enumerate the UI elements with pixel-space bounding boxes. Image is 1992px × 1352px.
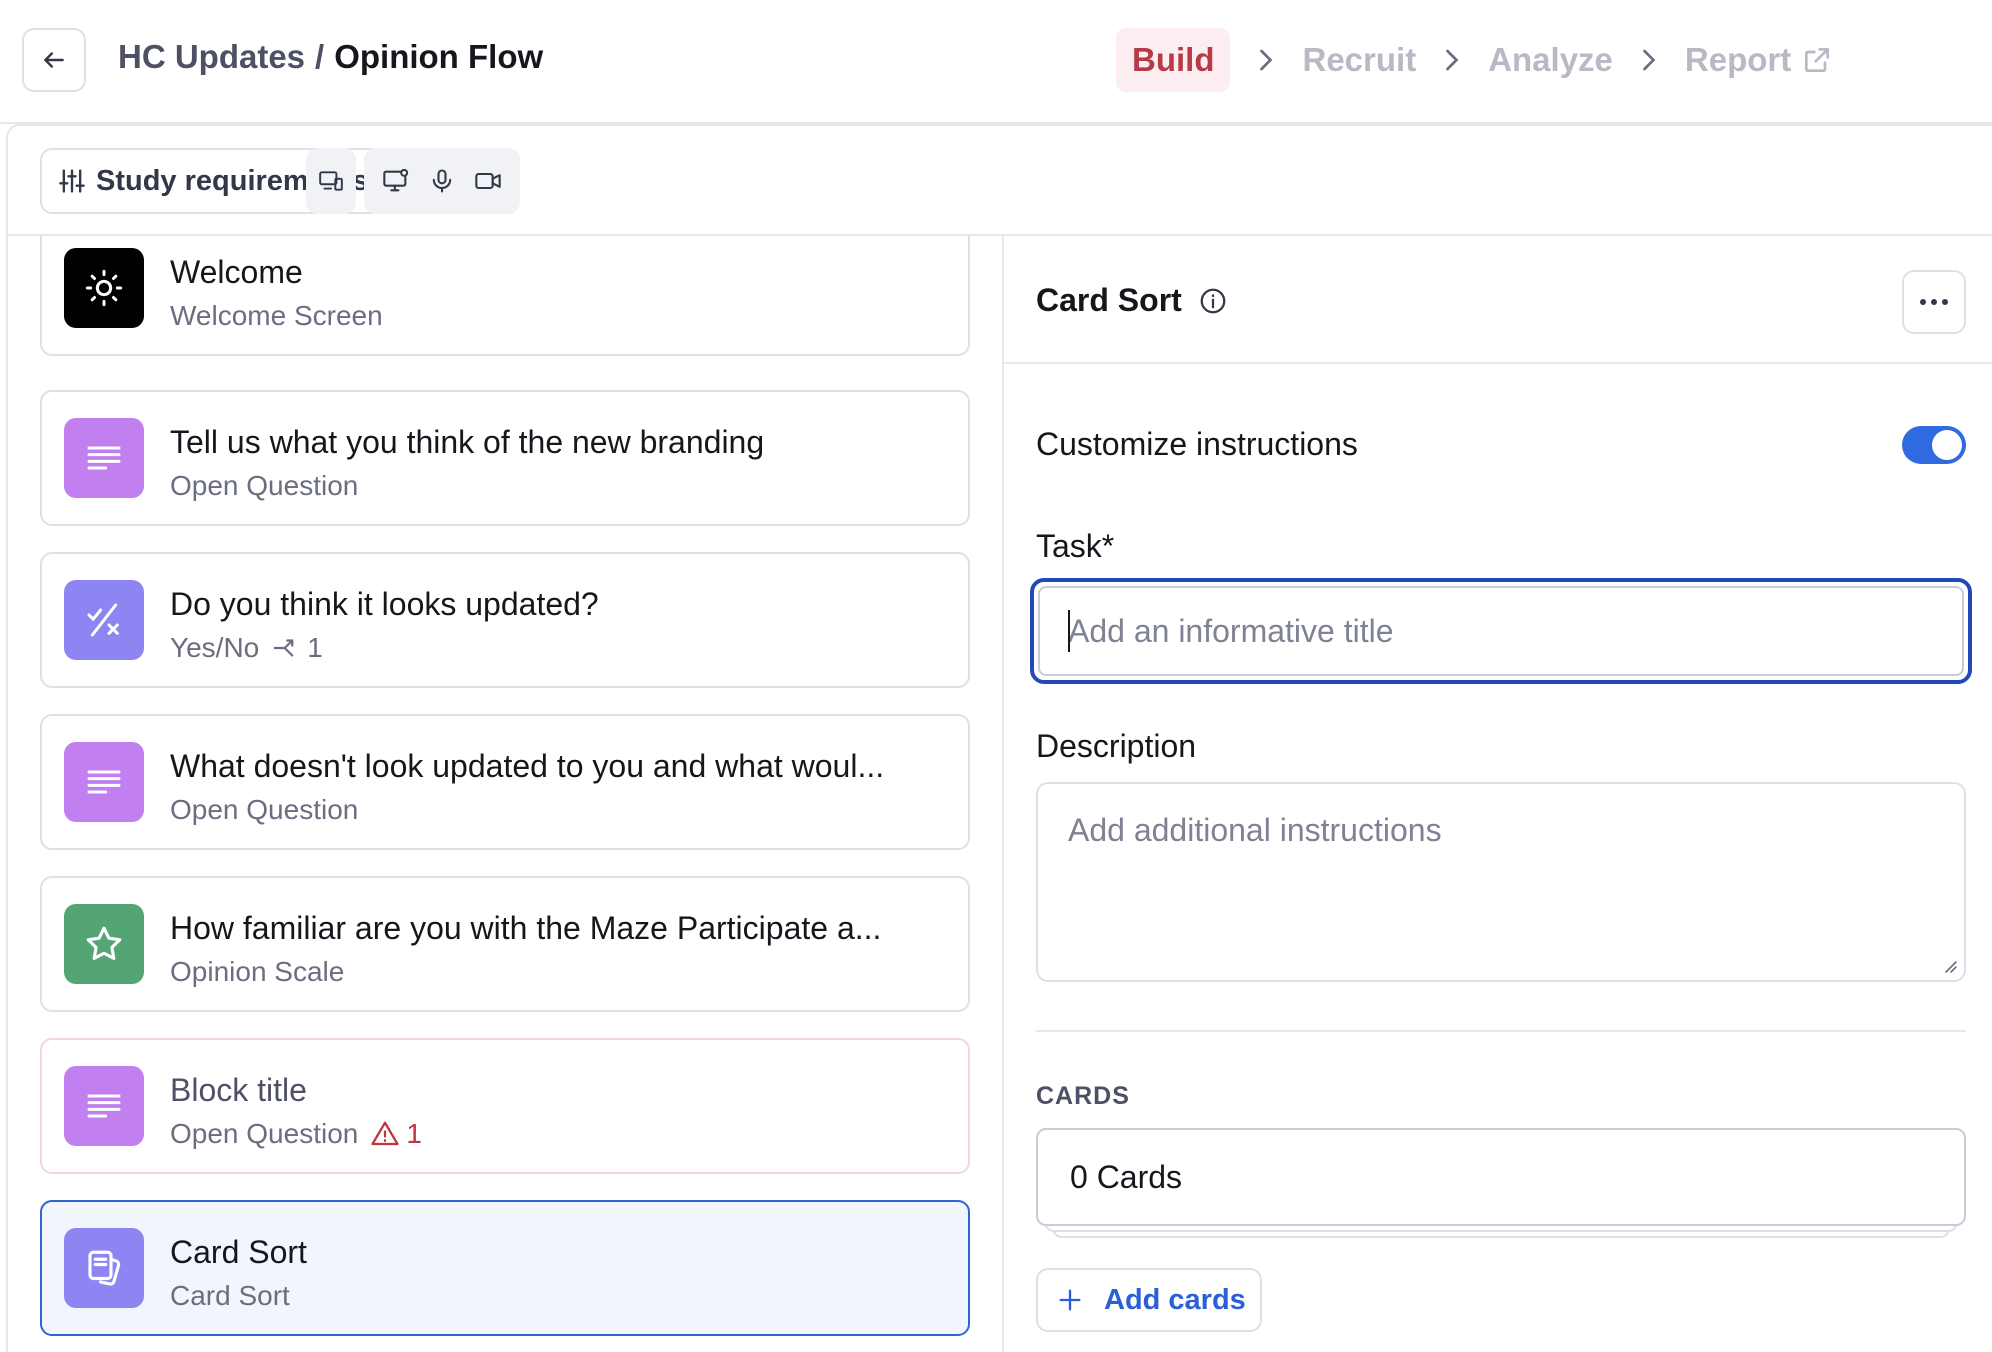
divider <box>1036 1030 1966 1032</box>
panel-title: Card Sort <box>1036 282 1228 319</box>
description-placeholder: Add additional instructions <box>1068 812 1442 848</box>
video-camera-icon[interactable] <box>474 167 502 195</box>
screen-record-icon[interactable] <box>382 167 410 195</box>
star-icon <box>64 904 144 984</box>
task-placeholder: Add an informative title <box>1068 612 1394 649</box>
add-cards-button[interactable]: Add cards <box>1036 1268 1262 1332</box>
logic-badge: 1 <box>271 632 323 664</box>
microphone-icon[interactable] <box>428 167 456 195</box>
warning-badge: 1 <box>370 1118 422 1150</box>
sun-icon <box>64 248 144 328</box>
block-type: Card Sort <box>170 1280 290 1311</box>
block-type: Open Question <box>170 470 359 501</box>
lines-icon <box>64 418 144 498</box>
block-title: Welcome <box>170 254 303 290</box>
toolbar: Study requirements <box>6 124 1992 236</box>
logic-branch-icon <box>273 639 294 657</box>
block-type: Yes/No 1 <box>170 632 323 664</box>
yes-no-icon <box>64 580 144 660</box>
lines-icon <box>64 1066 144 1146</box>
chevron-right-icon <box>1442 48 1462 72</box>
breadcrumb-current: Opinion Flow <box>334 38 544 75</box>
step-report[interactable]: Report <box>1685 41 1833 79</box>
panel-header: Card Sort <box>1004 236 1992 364</box>
text-caret <box>1068 610 1070 652</box>
plus-icon <box>1059 1289 1081 1311</box>
step-build[interactable]: Build <box>1116 28 1231 92</box>
block-type: Open Question 1 <box>170 1118 422 1150</box>
back-button[interactable] <box>22 28 86 92</box>
block-list: Welcome Welcome Screen Tell us what you … <box>6 236 1002 1352</box>
list-item-card-sort[interactable]: Card Sort Card Sort <box>40 1200 970 1336</box>
block-type: Open Question <box>170 794 359 825</box>
task-input[interactable]: Add an informative title <box>1030 578 1972 684</box>
ellipsis-icon <box>1920 299 1926 305</box>
resize-handle-icon[interactable] <box>1940 956 1958 974</box>
breadcrumb-parent[interactable]: HC Updates <box>118 38 305 76</box>
arrow-left-icon <box>44 52 64 68</box>
description-label: Description <box>1036 728 1197 764</box>
list-item-opinion-scale[interactable]: How familiar are you with the Maze Parti… <box>40 876 970 1012</box>
recording-group <box>364 148 520 214</box>
lines-icon <box>64 742 144 822</box>
step-analyze[interactable]: Analyze <box>1488 41 1613 79</box>
top-header: HC Updates / Opinion Flow Build Recruit … <box>0 0 1992 124</box>
block-settings-panel: Card Sort Customize instructions Task* A… <box>1002 236 1992 1352</box>
block-title: Card Sort <box>170 1234 307 1270</box>
cards-section-heading: CARDS <box>1036 1082 1130 1110</box>
sliders-icon <box>59 169 85 193</box>
add-cards-label: Add cards <box>1104 1283 1246 1316</box>
cards-count-box[interactable]: 0 Cards <box>1036 1128 1966 1226</box>
list-item-welcome[interactable]: Welcome Welcome Screen <box>40 236 970 356</box>
task-label: Task* <box>1036 528 1115 564</box>
chevron-right-icon <box>1639 48 1659 72</box>
cards-count: 0 Cards <box>1070 1158 1183 1195</box>
breadcrumb: HC Updates / Opinion Flow <box>118 38 543 76</box>
block-title: Do you think it looks updated? <box>170 586 599 622</box>
warning-triangle-icon <box>371 1121 399 1146</box>
block-title: Tell us what you think of the new brandi… <box>170 424 765 460</box>
block-title: Block title <box>170 1072 307 1108</box>
chevron-right-icon <box>1256 48 1276 72</box>
external-link-icon <box>1805 48 1830 72</box>
step-navigation: Build Recruit Analyze Report <box>1116 28 1833 92</box>
block-title: How familiar are you with the Maze Parti… <box>170 910 882 946</box>
list-item-open-question[interactable]: Tell us what you think of the new brandi… <box>40 390 970 526</box>
block-title: What doesn't look updated to you and wha… <box>170 748 885 784</box>
devices-icon[interactable] <box>318 167 344 195</box>
customize-instructions-toggle[interactable] <box>1902 426 1966 464</box>
description-textarea[interactable]: Add additional instructions <box>1036 782 1966 982</box>
list-item-open-question[interactable]: What doesn't look updated to you and wha… <box>40 714 970 850</box>
info-icon[interactable] <box>1198 286 1228 316</box>
breadcrumb-separator: / <box>315 38 325 75</box>
step-recruit[interactable]: Recruit <box>1302 41 1416 79</box>
device-group <box>306 148 356 214</box>
list-item-open-question[interactable]: Block title Open Question 1 <box>40 1038 970 1174</box>
more-options-button[interactable] <box>1902 270 1966 334</box>
customize-instructions-label: Customize instructions <box>1036 426 1358 462</box>
block-type: Opinion Scale <box>170 956 345 987</box>
block-type: Welcome Screen <box>170 300 383 331</box>
list-item-yes-no[interactable]: Do you think it looks updated? Yes/No 1 <box>40 552 970 688</box>
cards-icon <box>64 1228 144 1308</box>
